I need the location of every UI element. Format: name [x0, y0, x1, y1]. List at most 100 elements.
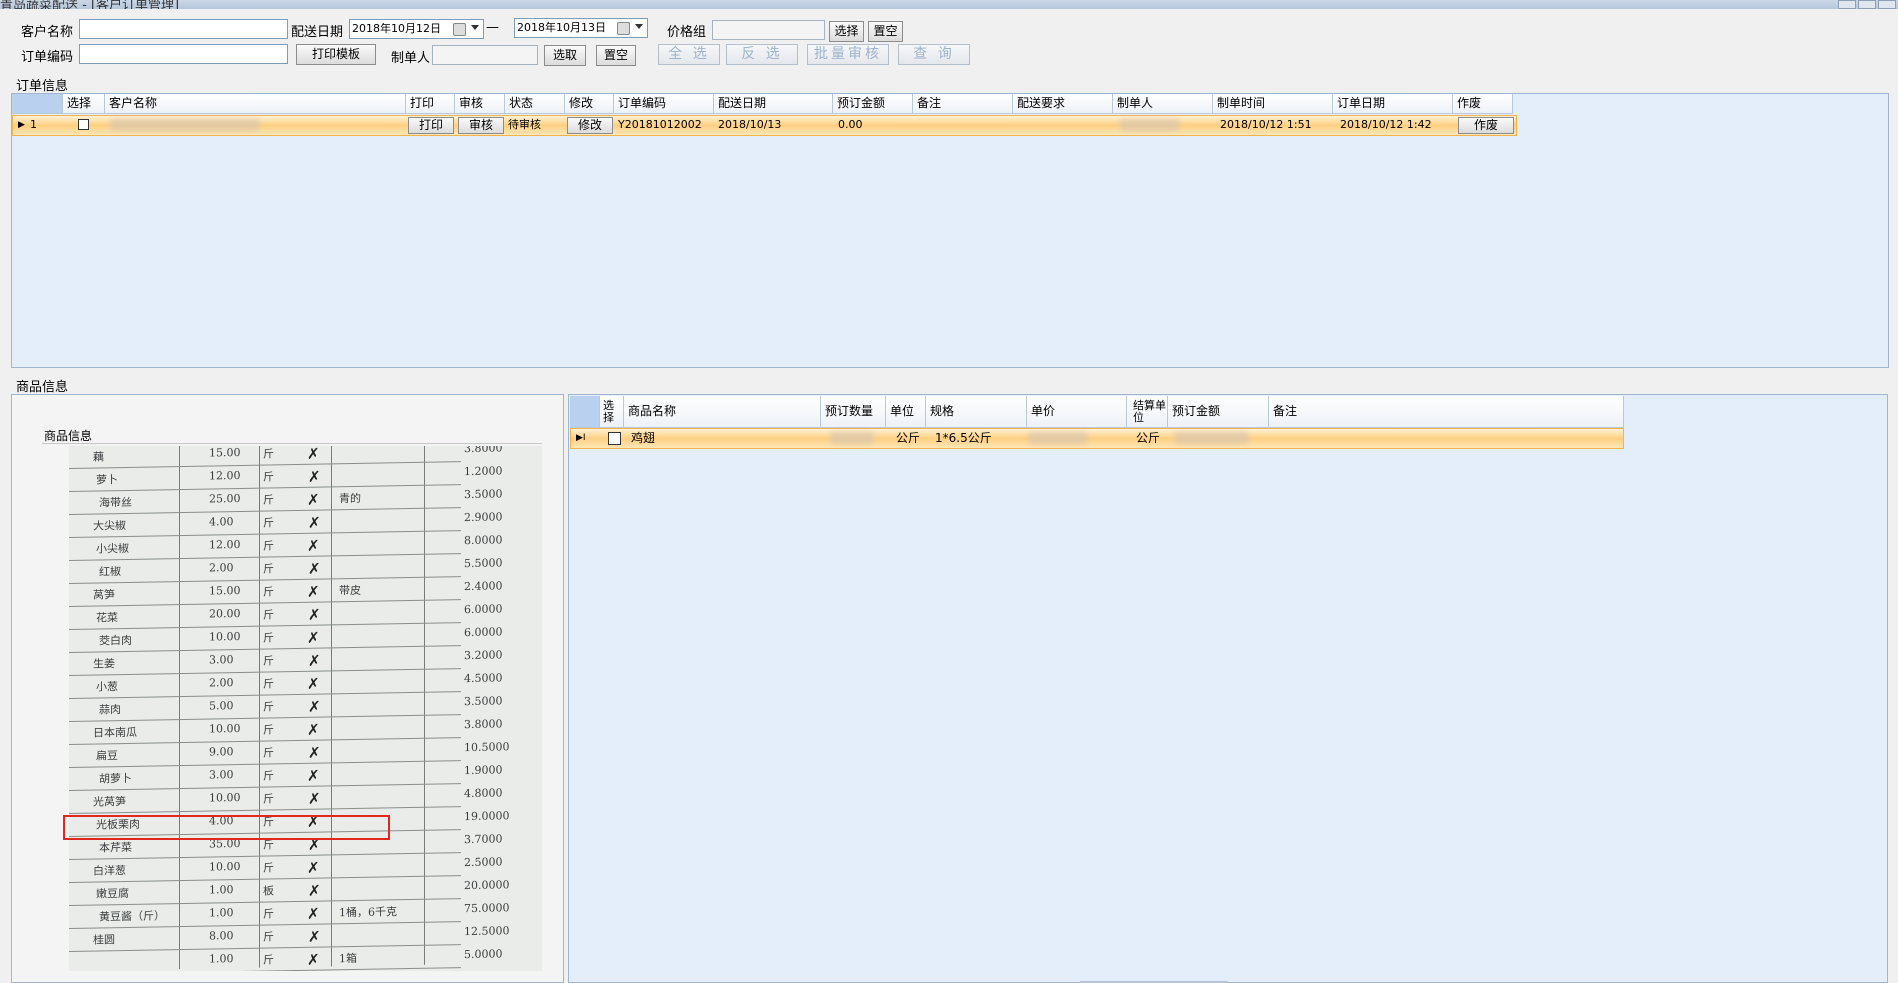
row-print-button[interactable]: 打印 — [408, 117, 454, 134]
col-customer-name[interactable]: 客户名称 — [105, 94, 406, 114]
handwritten-check-mark: ✗ — [307, 628, 320, 647]
invert-selection-button[interactable]: 反 选 — [726, 44, 798, 65]
row-delivery-date: 2018/10/13 — [718, 118, 782, 131]
handwritten-check-mark: ✗ — [308, 513, 321, 532]
row-created-time: 2018/10/12 1:51 — [1220, 118, 1312, 131]
col-select[interactable]: 选择 — [63, 94, 105, 114]
col-created-time[interactable]: 制单时间 — [1213, 94, 1333, 114]
photo-item-qty: 3.00 — [209, 768, 234, 782]
col-remark[interactable]: 备注 — [913, 94, 1013, 114]
row-edit-button[interactable]: 修改 — [567, 117, 613, 134]
minimize-button[interactable] — [1838, 0, 1856, 9]
photo-item-qty: 10.00 — [209, 722, 241, 736]
row-number: 1 — [30, 118, 37, 131]
handwritten-check-mark: ✗ — [307, 720, 320, 739]
photo-item-unit: 斤 — [263, 585, 274, 599]
creator-clear-button[interactable]: 置空 — [596, 45, 636, 66]
date-from-picker[interactable]: 2018年10月12日 — [349, 19, 484, 39]
close-button[interactable] — [1878, 0, 1896, 9]
price-group-input[interactable] — [712, 20, 825, 40]
col-settle-unit[interactable]: 结算单位 — [1127, 396, 1168, 428]
handwritten-check-mark: ✗ — [308, 467, 321, 486]
col-audit[interactable]: 审核 — [455, 94, 505, 114]
col-spec[interactable]: 规格 — [926, 396, 1027, 428]
col-void[interactable]: 作废 — [1453, 94, 1513, 114]
photo-item-price: 10.5000 — [464, 740, 510, 755]
photo-item-name: 蒜肉 — [99, 703, 121, 717]
col-unit-price[interactable]: 单价 — [1027, 396, 1127, 428]
photo-item-price: 5.0000 — [464, 947, 503, 962]
row-edit-pointer-icon: ▶I — [576, 433, 586, 443]
order-qty-redacted — [830, 432, 874, 444]
row-status: 待审核 — [508, 118, 541, 131]
photo-item-price: 2.9000 — [464, 510, 503, 525]
row-audit-button[interactable]: 审核 — [458, 117, 504, 134]
col-amount[interactable]: 预订金额 — [833, 94, 913, 114]
col-delivery-requirement[interactable]: 配送要求 — [1013, 94, 1113, 114]
photo-item-unit: 斤 — [263, 861, 274, 875]
table-row[interactable]: ▶ 1 打印 审核 待审核 修改 Y20181012002 2018/10/13… — [12, 115, 1517, 137]
photo-item-name: 黄豆酱（斤） — [99, 909, 165, 924]
batch-audit-button[interactable]: 批量审核 — [807, 44, 889, 65]
calendar-icon[interactable] — [453, 23, 466, 36]
photo-item-name: 扁豆 — [96, 749, 118, 763]
handwritten-check-mark: ✗ — [307, 446, 320, 463]
row-select-checkbox[interactable] — [78, 119, 89, 130]
row-order-date: 2018/10/12 1:42 — [1340, 118, 1432, 131]
photo-item-unit: 斤 — [263, 562, 274, 576]
highlight-box — [63, 815, 390, 840]
customer-name-input[interactable] — [79, 19, 288, 39]
creator-pick-button[interactable]: 选取 — [544, 45, 586, 66]
photo-item-qty: 1.00 — [209, 883, 234, 897]
order-code-label: 订单编码 — [21, 50, 74, 65]
calendar-icon[interactable] — [617, 22, 630, 35]
col-status[interactable]: 状态 — [505, 94, 565, 114]
photo-item-name: 日本南瓜 — [93, 725, 137, 740]
row-amount: 0.00 — [838, 118, 863, 131]
print-template-button[interactable]: 打印模板 — [296, 44, 376, 65]
col-order-date[interactable]: 订单日期 — [1333, 94, 1453, 114]
price-group-label: 价格组 — [667, 25, 707, 40]
goods-grid — [568, 394, 1888, 983]
photo-item-unit: 斤 — [263, 516, 274, 530]
maximize-button[interactable] — [1858, 0, 1876, 9]
col-unit[interactable]: 单位 — [886, 396, 926, 428]
handwritten-check-mark: ✗ — [307, 536, 320, 555]
handwritten-check-mark: ✗ — [308, 559, 321, 578]
order-code-input[interactable] — [79, 44, 288, 64]
photo-item-unit: 斤 — [263, 470, 274, 484]
photo-item-name: 生姜 — [93, 657, 115, 671]
row-void-button[interactable]: 作废 — [1458, 117, 1514, 134]
col-order-qty[interactable]: 预订数量 — [821, 396, 886, 428]
goods-section-title: 商品信息 — [16, 380, 69, 395]
col-print[interactable]: 打印 — [406, 94, 455, 114]
price-group-select-button[interactable]: 选择 — [829, 21, 864, 42]
col-delivery-date[interactable]: 配送日期 — [714, 94, 833, 114]
date-to-picker[interactable]: 2018年10月13日 — [514, 18, 648, 38]
date-range-separator: — — [486, 20, 499, 35]
dropdown-arrow-icon[interactable] — [471, 25, 479, 30]
photo-item-name: 桂圆 — [93, 933, 115, 947]
col-select[interactable]: 选择 — [600, 396, 624, 428]
row-select-checkbox[interactable] — [608, 432, 621, 445]
col-order-code[interactable]: 订单编码 — [614, 94, 714, 114]
photo-item-qty: 10.00 — [209, 791, 241, 805]
photo-item-price: 4.5000 — [464, 671, 503, 686]
select-all-button[interactable]: 全 选 — [658, 44, 720, 65]
table-row[interactable]: ▶I 鸡翅 公斤 1*6.5公斤 公斤 — [570, 428, 1624, 450]
photo-item-price: 3.5000 — [464, 694, 503, 709]
price-group-clear-button[interactable]: 置空 — [868, 21, 903, 42]
col-creator[interactable]: 制单人 — [1113, 94, 1213, 114]
col-edit[interactable]: 修改 — [565, 94, 614, 114]
photo-item-name: 光莴笋 — [93, 795, 126, 809]
col-remark[interactable]: 备注 — [1269, 396, 1624, 428]
dropdown-arrow-icon[interactable] — [635, 24, 643, 29]
col-product-name[interactable]: 商品名称 — [624, 396, 821, 428]
query-button[interactable]: 查 询 — [898, 44, 970, 65]
col-order-amount[interactable]: 预订金额 — [1168, 396, 1269, 428]
creator-input[interactable] — [432, 45, 538, 65]
panel-divider — [42, 443, 542, 444]
photo-item-name: 嫩豆腐 — [96, 886, 129, 901]
handwritten-check-mark: ✗ — [307, 766, 320, 785]
photo-item-unit: 斤 — [263, 907, 274, 921]
